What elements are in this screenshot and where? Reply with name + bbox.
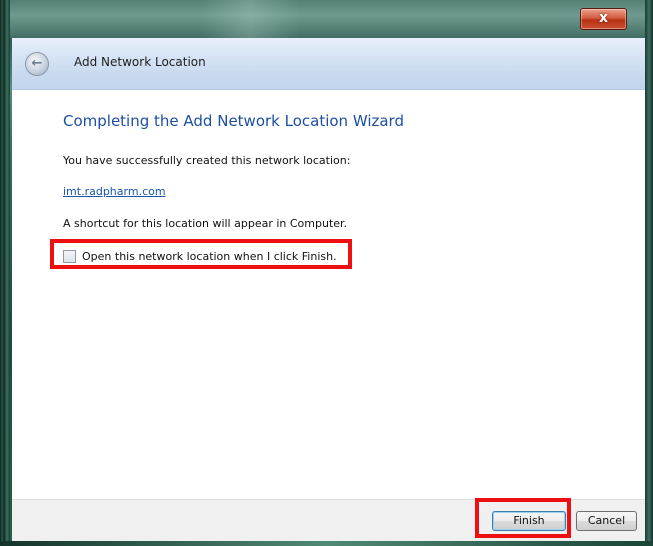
frame-left-border: [0, 0, 10, 546]
checkbox-highlight-box: [50, 239, 352, 269]
success-text: You have successfully created this netwo…: [63, 154, 351, 167]
frame-right-border: [645, 0, 653, 546]
finish-highlight-box: [475, 498, 571, 538]
title-bar[interactable]: [10, 0, 645, 38]
wizard-content: Completing the Add Network Location Wiza…: [12, 90, 645, 499]
frame-bottom-border: [0, 541, 653, 546]
wizard-heading: Completing the Add Network Location Wiza…: [63, 112, 404, 130]
close-button[interactable]: x: [580, 8, 627, 30]
window-title: Add Network Location: [74, 55, 206, 69]
cancel-button[interactable]: Cancel: [576, 511, 637, 531]
title-bar-glow: [200, 0, 300, 38]
shortcut-text: A shortcut for this location will appear…: [63, 217, 348, 230]
location-link[interactable]: imt.radpharm.com: [63, 185, 166, 198]
back-arrow-icon: ←: [31, 56, 43, 71]
back-button[interactable]: ←: [25, 52, 49, 76]
wizard-header: ← Add Network Location: [12, 38, 645, 90]
close-icon: x: [598, 10, 609, 26]
